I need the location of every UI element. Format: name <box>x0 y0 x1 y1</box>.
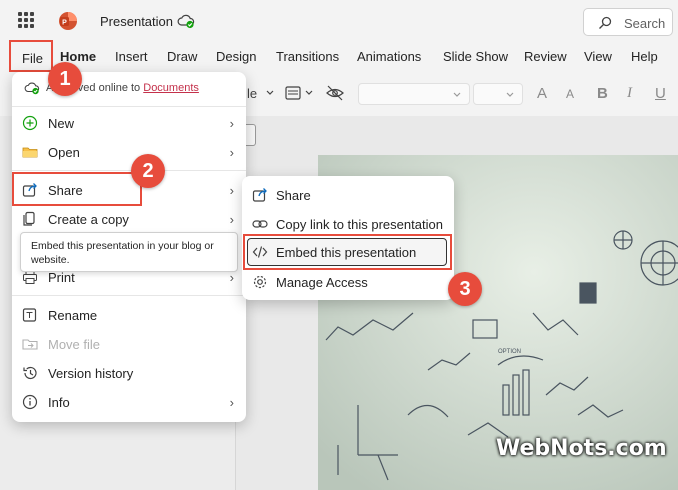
copy-icon <box>23 211 35 226</box>
tab-review[interactable]: Review <box>524 49 567 64</box>
link-icon <box>252 220 268 228</box>
tab-view[interactable]: View <box>584 49 612 64</box>
plus-circle-icon <box>22 115 38 131</box>
file-menu-create-copy[interactable]: Create a copy › <box>12 205 246 233</box>
file-menu-info-label: Info <box>48 395 70 410</box>
font-size-dropdown[interactable] <box>473 83 523 105</box>
cloud-saved-icon <box>24 82 40 95</box>
increase-font-icon[interactable]: A <box>537 85 547 102</box>
tab-animations[interactable]: Animations <box>357 49 421 64</box>
file-menu-open-label: Open <box>48 145 80 160</box>
tab-file[interactable]: File <box>9 40 53 72</box>
chevron-down-icon[interactable] <box>305 90 313 96</box>
divider <box>12 170 246 171</box>
app-launcher-icon[interactable] <box>18 12 34 28</box>
submenu-manage-access-label: Manage Access <box>276 275 368 290</box>
rename-icon <box>22 308 37 322</box>
folder-icon <box>22 147 38 158</box>
title-bar: P Presentation Search <box>0 0 678 44</box>
sketch-label: OPTION <box>498 349 521 355</box>
watermark: WebNots.com <box>496 436 667 461</box>
file-menu-rename-label: Rename <box>48 308 98 323</box>
chevron-right-icon: › <box>229 145 234 160</box>
history-icon <box>23 366 37 380</box>
svg-text:P: P <box>62 20 67 27</box>
file-menu-info[interactable]: Info › <box>12 388 246 416</box>
file-menu-new-label: New <box>48 116 75 131</box>
divider <box>12 106 246 107</box>
chevron-right-icon: › <box>229 116 234 131</box>
tab-insert[interactable]: Insert <box>115 49 148 64</box>
search-box[interactable]: Search <box>583 8 673 36</box>
hide-eye-icon[interactable] <box>326 85 344 101</box>
file-menu-new[interactable]: New › <box>12 109 246 137</box>
submenu-manage-access[interactable]: Manage Access <box>242 268 454 296</box>
share-highlight-box <box>12 172 142 206</box>
file-menu-version-history-label: Version history <box>48 366 134 381</box>
divider <box>12 295 246 296</box>
search-icon <box>599 16 612 29</box>
submenu-share[interactable]: Share <box>242 181 454 209</box>
italic-button[interactable]: I <box>627 85 632 102</box>
document-title[interactable]: Presentation <box>100 14 173 29</box>
embed-tooltip: Embed this presentation in your blog or … <box>20 232 238 272</box>
step-badge-1: 1 <box>48 62 82 96</box>
submenu-embed[interactable]: Embed this presentation <box>247 238 447 266</box>
saved-text: ved online to <box>77 82 141 94</box>
tab-transitions[interactable]: Transitions <box>276 49 339 64</box>
tab-slide-show[interactable]: Slide Show <box>443 49 508 64</box>
ribbon-partial-label[interactable]: le <box>247 86 257 101</box>
share-icon <box>252 188 267 202</box>
file-menu-rename[interactable]: Rename <box>12 301 246 329</box>
tab-file-label: File <box>22 51 43 66</box>
step-badge-3: 3 <box>448 272 482 306</box>
chevron-right-icon: › <box>229 183 234 198</box>
code-icon <box>252 246 268 258</box>
file-menu-create-copy-label: Create a copy <box>48 212 129 227</box>
chevron-right-icon: › <box>229 212 234 227</box>
step-badge-2: 2 <box>131 154 165 188</box>
documents-link[interactable]: Documents <box>143 82 199 94</box>
submenu-copy-link-label: Copy link to this presentation <box>276 217 443 232</box>
menu-tabs: Home Insert Draw Design Transitions Anim… <box>0 44 678 72</box>
chevron-down-icon <box>506 92 514 97</box>
tab-draw[interactable]: Draw <box>167 49 197 64</box>
gear-icon <box>253 275 267 289</box>
tab-help[interactable]: Help <box>631 49 658 64</box>
powerpoint-logo-icon: P <box>59 12 77 30</box>
chevron-right-icon: › <box>229 395 234 410</box>
cloud-saved-icon[interactable] <box>177 13 195 29</box>
file-menu-version-history[interactable]: Version history <box>12 359 246 387</box>
search-label: Search <box>624 16 666 31</box>
chevron-right-icon: › <box>229 270 234 285</box>
tab-design[interactable]: Design <box>216 49 256 64</box>
underline-button[interactable]: U <box>655 85 666 102</box>
file-menu-move-file: Move file <box>12 330 246 358</box>
font-name-dropdown[interactable] <box>358 83 470 105</box>
file-menu-move-file-label: Move file <box>48 337 101 352</box>
info-icon <box>22 394 38 410</box>
chevron-down-icon[interactable] <box>266 90 274 96</box>
submenu-share-label: Share <box>276 188 311 203</box>
file-menu-open[interactable]: Open › <box>12 138 246 166</box>
layout-icon[interactable] <box>285 86 301 100</box>
file-menu-print-label: Print <box>48 270 75 285</box>
chevron-down-icon <box>453 92 461 97</box>
bold-button[interactable]: B <box>597 85 608 102</box>
move-file-icon <box>22 339 38 350</box>
decrease-font-icon[interactable]: A <box>566 87 574 101</box>
submenu-embed-label: Embed this presentation <box>276 245 417 260</box>
